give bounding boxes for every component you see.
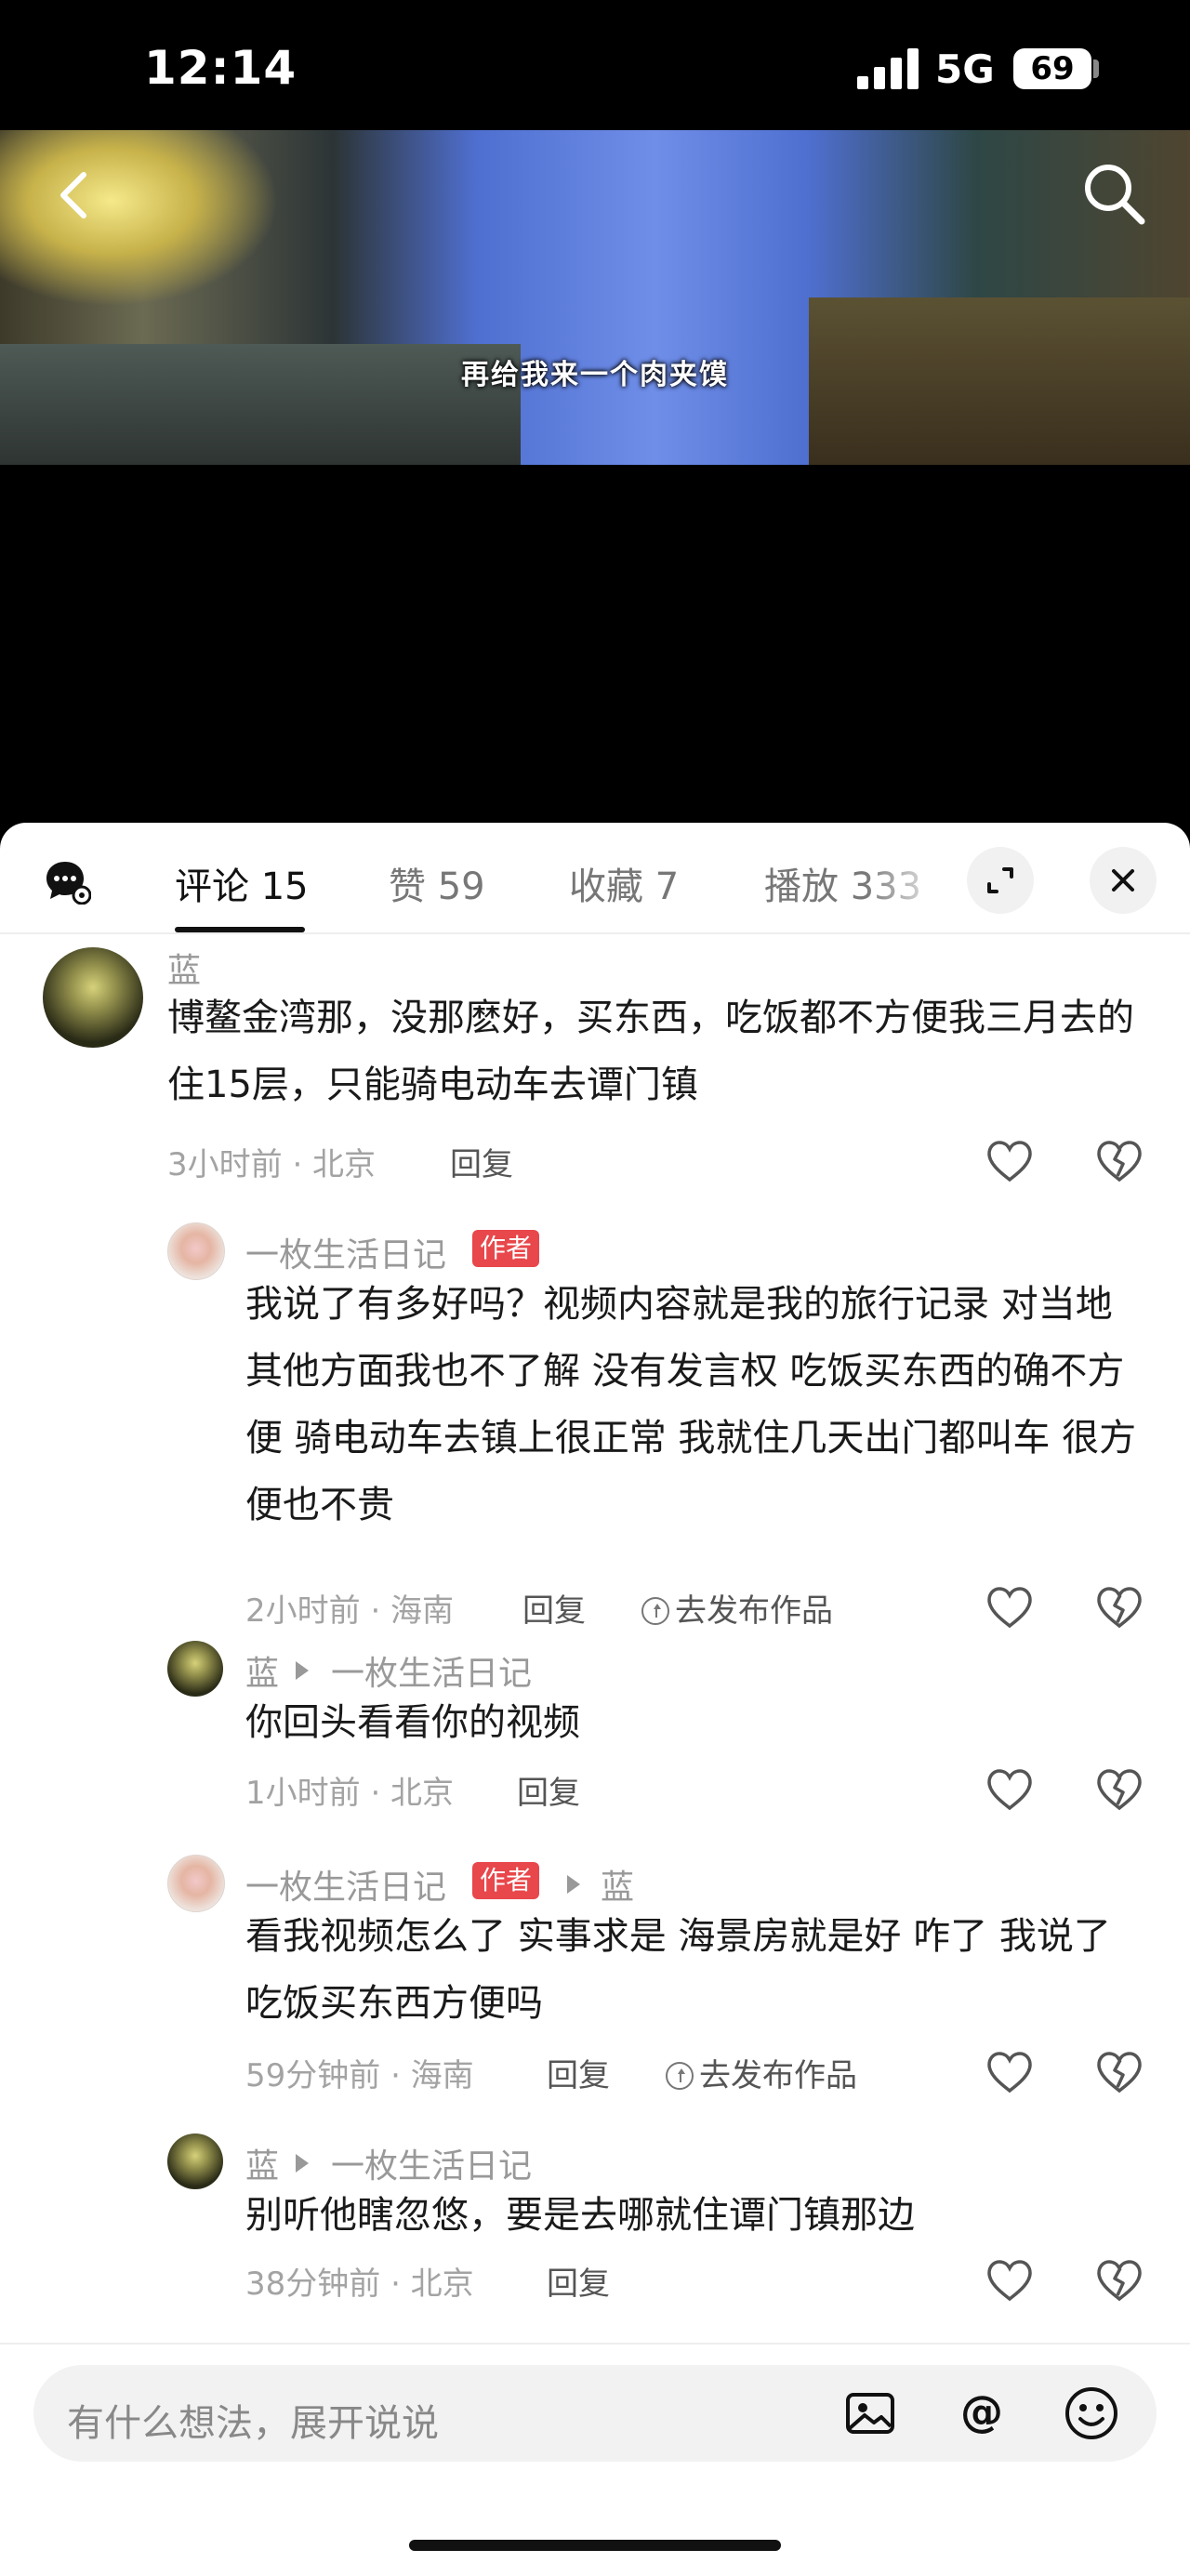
comment-meta: 59分钟前 · 海南 bbox=[245, 2057, 474, 2094]
reply-button[interactable]: 回复 bbox=[450, 1139, 513, 1184]
reply-arrow-icon bbox=[296, 1661, 309, 1680]
heart-icon[interactable] bbox=[985, 1767, 1034, 1812]
svg-text:@: @ bbox=[960, 2386, 1003, 2437]
author-badge: 作者 bbox=[472, 1230, 540, 1267]
comment-item: 一枚生活日记 作者 我说了有多好吗？视频内容就是我的旅行记录 对当地其他方面我也… bbox=[0, 1222, 1190, 1630]
status-bar: 12:14 5G 69 bbox=[0, 0, 1190, 130]
avatar[interactable] bbox=[167, 1222, 225, 1280]
reply-button[interactable]: 回复 bbox=[547, 2258, 610, 2304]
comment-text: 看我视频怎么了 实事求是 海景房就是好 咋了 我说了吃饭买东西方便吗 bbox=[245, 1915, 1111, 2025]
emoji-icon[interactable] bbox=[1062, 2384, 1121, 2443]
comment-text: 你回头看看你的视频 bbox=[245, 1701, 580, 1744]
tab-fade bbox=[865, 841, 948, 916]
at-icon[interactable]: @ bbox=[952, 2384, 1012, 2443]
comment-username[interactable]: 蓝 bbox=[245, 1646, 279, 1695]
video-bg-lights bbox=[0, 130, 279, 307]
network-type: 5G bbox=[935, 46, 995, 92]
status-time: 12:14 bbox=[144, 41, 298, 95]
broken-heart-icon[interactable] bbox=[1095, 1767, 1144, 1812]
home-indicator bbox=[409, 2540, 781, 2551]
tab-comments[interactable]: 评论 15 bbox=[175, 856, 309, 910]
comment-text: 我说了有多好吗？视频内容就是我的旅行记录 对当地其他方面我也不了解 没有发言权 … bbox=[245, 1283, 1137, 1526]
heart-icon[interactable] bbox=[985, 1585, 1034, 1630]
expand-icon bbox=[987, 867, 1013, 893]
broken-heart-icon[interactable] bbox=[1095, 1585, 1144, 1630]
avatar[interactable] bbox=[167, 1641, 223, 1697]
chevron-left-icon[interactable] bbox=[48, 167, 104, 223]
avatar[interactable] bbox=[167, 1855, 225, 1912]
reply-button[interactable]: 回复 bbox=[517, 1767, 580, 1813]
publish-link[interactable]: 去发布作品 bbox=[641, 1585, 833, 1631]
heart-icon[interactable] bbox=[985, 1139, 1034, 1183]
comment-panel: 评论 15 赞 59 收藏 7 播放 333 蓝 博鳌金湾那，没那麽好，买东西，… bbox=[0, 823, 1190, 2576]
comment-text: 博鳌金湾那，没那麽好，买东西，吃饭都不方便我三月去的住15层，只能骑电动车去谭门… bbox=[167, 997, 1134, 1106]
battery-icon: 69 bbox=[1013, 48, 1091, 89]
comment-username[interactable]: 一枚生活日记 bbox=[245, 1860, 446, 1909]
comment-item: 蓝 一枚生活日记 别听他瞎忽悠，要是去哪就住谭门镇那边 38分钟前 · 北京 回… bbox=[0, 2133, 1190, 2319]
chat-settings-icon[interactable] bbox=[45, 858, 91, 905]
upload-icon bbox=[641, 1597, 669, 1625]
reply-arrow-icon bbox=[567, 1875, 580, 1894]
search-icon[interactable] bbox=[1078, 158, 1149, 229]
comment-meta: 38分钟前 · 北京 bbox=[245, 2266, 474, 2303]
reply-button[interactable]: 回复 bbox=[522, 1585, 586, 1631]
broken-heart-icon[interactable] bbox=[1095, 2050, 1144, 2094]
upload-icon bbox=[666, 2062, 694, 2090]
tab-favorites[interactable]: 收藏 7 bbox=[569, 856, 679, 910]
comment-item: 蓝 一枚生活日记 你回头看看你的视频 1小时前 · 北京 回复 bbox=[0, 1641, 1190, 1827]
panel-tabs: 评论 15 赞 59 收藏 7 播放 333 bbox=[0, 823, 1190, 934]
image-icon[interactable] bbox=[840, 2384, 900, 2443]
publish-label: 去发布作品 bbox=[675, 1592, 833, 1630]
heart-icon[interactable] bbox=[985, 2050, 1034, 2094]
comment-meta: 3小时前 · 北京 bbox=[167, 1146, 377, 1183]
reply-target-username[interactable]: 一枚生活日记 bbox=[331, 1646, 532, 1695]
expand-button[interactable] bbox=[967, 847, 1034, 914]
comment-item: 蓝 博鳌金湾那，没那麽好，买东西，吃饭都不方便我三月去的住15层，只能骑电动车去… bbox=[0, 944, 1190, 1183]
reply-target-username[interactable]: 蓝 bbox=[601, 1860, 634, 1909]
comment-meta: 1小时前 · 北京 bbox=[245, 1775, 455, 1812]
tab-likes[interactable]: 赞 59 bbox=[389, 856, 485, 910]
input-placeholder: 有什么想法，展开说说 bbox=[67, 2402, 439, 2445]
video-player[interactable]: 再给我来一个肉夹馍 bbox=[0, 130, 1190, 465]
video-letterbox bbox=[0, 465, 1190, 823]
comment-item: 一枚生活日记 作者 蓝 看我视频怎么了 实事求是 海景房就是好 咋了 我说了吃饭… bbox=[0, 1855, 1190, 2115]
close-button[interactable] bbox=[1090, 847, 1157, 914]
broken-heart-icon[interactable] bbox=[1095, 1139, 1144, 1183]
publish-label: 去发布作品 bbox=[699, 2057, 857, 2094]
publish-link[interactable]: 去发布作品 bbox=[666, 2050, 857, 2095]
signal-icon bbox=[857, 48, 919, 89]
video-subtitle: 再给我来一个肉夹馍 bbox=[461, 359, 729, 391]
comment-text: 别听他瞎忽悠，要是去哪就住谭门镇那边 bbox=[245, 2194, 915, 2237]
reply-target-username[interactable]: 一枚生活日记 bbox=[331, 2139, 532, 2187]
broken-heart-icon[interactable] bbox=[1095, 2258, 1144, 2303]
avatar[interactable] bbox=[43, 947, 143, 1048]
comment-meta: 2小时前 · 海南 bbox=[245, 1592, 455, 1630]
close-icon bbox=[1112, 869, 1134, 892]
tab-active-indicator bbox=[175, 927, 305, 932]
comment-username[interactable]: 蓝 bbox=[245, 2139, 279, 2187]
comment-input-bar: 有什么想法，展开说说 @ bbox=[0, 2343, 1190, 2576]
reply-button[interactable]: 回复 bbox=[547, 2050, 610, 2095]
heart-icon[interactable] bbox=[985, 2258, 1034, 2303]
author-badge: 作者 bbox=[472, 1862, 540, 1899]
reply-arrow-icon bbox=[296, 2154, 309, 2173]
battery-cap bbox=[1093, 59, 1099, 78]
avatar[interactable] bbox=[167, 2133, 223, 2189]
comment-username[interactable]: 一枚生活日记 bbox=[245, 1228, 446, 1276]
comment-input[interactable]: 有什么想法，展开说说 @ bbox=[33, 2365, 1157, 2462]
